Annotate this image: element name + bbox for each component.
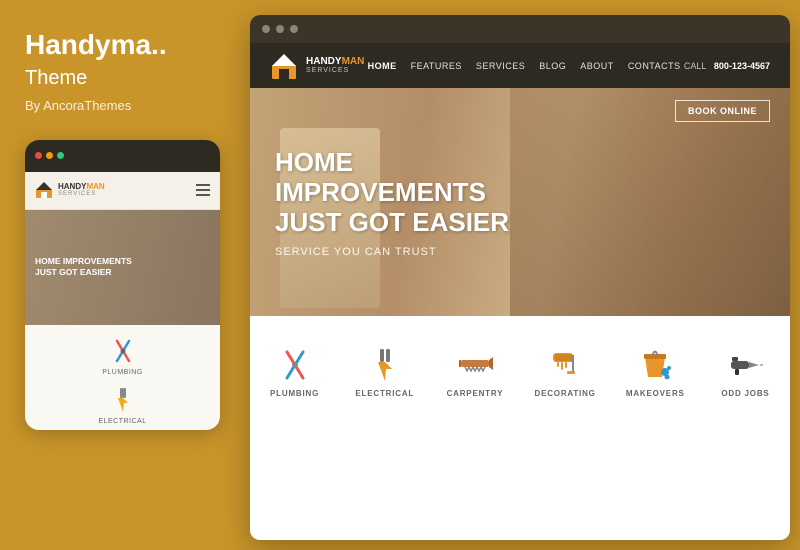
mobile-dots xyxy=(35,152,64,159)
desktop-nav-links: HOME FEATURES SERVICES BLOG ABOUT CONTAC… xyxy=(368,61,681,71)
mobile-dot-yellow xyxy=(46,152,53,159)
mobile-service-electrical[interactable]: ELECTRICAL xyxy=(35,386,210,425)
desktop-logo-text: HANDYMAN SERVICES xyxy=(306,56,364,75)
mobile-logo-text: HANDYMAN SERVICES xyxy=(58,183,105,197)
desktop-dot-2 xyxy=(276,25,284,33)
desktop-dot-3 xyxy=(290,25,298,33)
mobile-mockup: HANDYMAN SERVICES HOME IMPROVEMENTSJUST … xyxy=(25,140,220,430)
makeovers-label: MAKEOVERS xyxy=(626,389,685,398)
theme-title: Handyma.. xyxy=(25,30,225,61)
hamburger-line xyxy=(196,189,210,191)
makeovers-icon xyxy=(637,347,673,383)
left-panel: Handyma.. Theme By AncoraThemes HANDYMAN xyxy=(0,0,245,550)
mobile-logo-icon xyxy=(35,181,53,199)
odd-jobs-icon xyxy=(727,347,763,383)
nav-link-features[interactable]: FEATURES xyxy=(411,61,462,71)
plumbing-icon-area xyxy=(277,347,313,383)
plumbing-icon xyxy=(277,347,313,383)
makeovers-icon-area xyxy=(637,347,673,383)
service-decorating[interactable]: DECORATING xyxy=(521,316,611,428)
carpentry-icon xyxy=(457,347,493,383)
theme-subtitle: Theme xyxy=(25,67,225,90)
nav-link-blog[interactable]: BLOG xyxy=(539,61,566,71)
mobile-nav-header: HANDYMAN SERVICES xyxy=(25,172,220,210)
mobile-dot-green xyxy=(57,152,64,159)
nav-link-services[interactable]: SERVICES xyxy=(476,61,525,71)
plumbing-label: PLUMBING xyxy=(270,389,319,398)
decorating-icon xyxy=(547,347,583,383)
desktop-nav: HANDYMAN SERVICES HOME FEATURES SERVICES… xyxy=(250,43,790,88)
desktop-hero-subtitle: SERVICE YOU CAN TRUST xyxy=(275,246,765,258)
service-electrical[interactable]: ELECTRICAL xyxy=(340,316,430,428)
electrical-icon xyxy=(367,347,403,383)
electrical-icon-area xyxy=(367,347,403,383)
desktop-dot-1 xyxy=(262,25,270,33)
nav-link-about[interactable]: ABOUT xyxy=(580,61,614,71)
mobile-logo-area: HANDYMAN SERVICES xyxy=(35,181,105,199)
decorating-icon-area xyxy=(547,347,583,383)
desktop-call: CALL 800-123-4567 xyxy=(684,61,770,71)
odd-jobs-icon-area xyxy=(727,347,763,383)
desktop-hero-content: HOME IMPROVEMENTSJUST GOT EASIER SERVICE… xyxy=(250,88,790,278)
hamburger-line xyxy=(196,194,210,196)
electrical-label: ELECTRICAL xyxy=(355,389,414,398)
mobile-hero-text: HOME IMPROVEMENTSJUST GOT EASIER xyxy=(35,256,210,278)
nav-link-contacts[interactable]: CONTACTS xyxy=(628,61,681,71)
desktop-logo: HANDYMAN SERVICES xyxy=(270,52,364,80)
desktop-logo-house-icon xyxy=(270,52,298,80)
carpentry-icon-area xyxy=(457,347,493,383)
mobile-dot-red xyxy=(35,152,42,159)
service-odd-jobs[interactable]: ODD JOBS xyxy=(701,316,790,428)
desktop-preview: HANDYMAN SERVICES HOME FEATURES SERVICES… xyxy=(250,15,790,540)
nav-link-home[interactable]: HOME xyxy=(368,61,397,71)
plumbing-label: PLUMBING xyxy=(102,369,143,376)
call-label: CALL xyxy=(684,61,707,71)
decorating-label: DECORATING xyxy=(535,389,596,398)
service-makeovers[interactable]: MAKEOVERS xyxy=(611,316,701,428)
mobile-top-bar xyxy=(25,140,220,172)
electrical-label: ELECTRICAL xyxy=(98,418,146,425)
carpentry-label: CARPENTRY xyxy=(447,389,504,398)
plumbing-icon xyxy=(109,337,137,365)
desktop-hero: BOOK ONLINE HOME IMPROVEMENTSJUST GOT EA… xyxy=(250,88,790,428)
services-bar: PLUMBING ELECTRICAL xyxy=(250,316,790,428)
desktop-hero-title: HOME IMPROVEMENTSJUST GOT EASIER xyxy=(275,148,515,238)
call-number: 800-123-4567 xyxy=(714,61,770,71)
hamburger-line xyxy=(196,184,210,186)
mobile-hero: HOME IMPROVEMENTSJUST GOT EASIER xyxy=(25,210,220,325)
mobile-services: PLUMBING ELECTRICAL xyxy=(25,325,220,430)
electrical-icon xyxy=(109,386,137,414)
mobile-service-plumbing[interactable]: PLUMBING xyxy=(35,337,210,376)
theme-author: By AncoraThemes xyxy=(25,98,225,113)
service-carpentry[interactable]: CARPENTRY xyxy=(430,316,520,428)
odd-jobs-label: ODD JOBS xyxy=(721,389,769,398)
service-plumbing[interactable]: PLUMBING xyxy=(250,316,340,428)
desktop-top-bar xyxy=(250,15,790,43)
mobile-hamburger-icon[interactable] xyxy=(196,184,210,196)
